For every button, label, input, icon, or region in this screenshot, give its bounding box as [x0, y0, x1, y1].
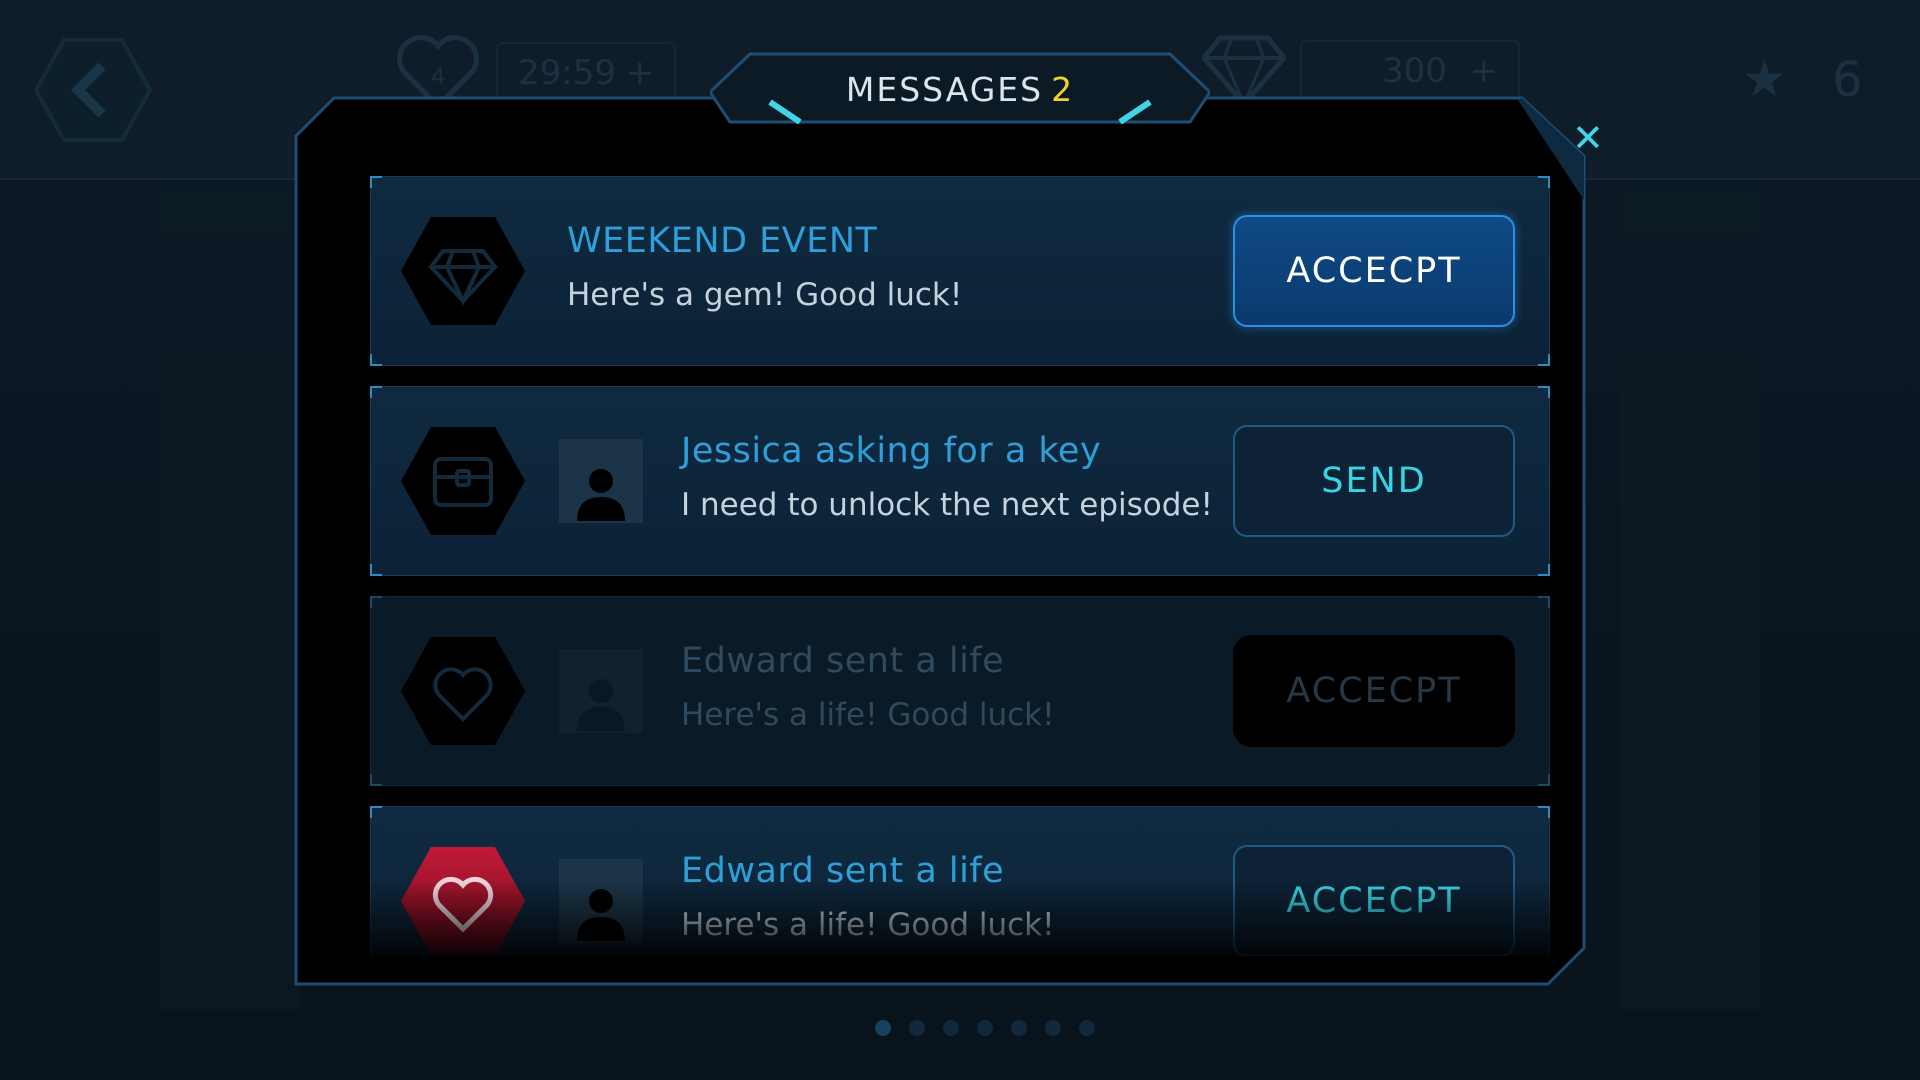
message-item: WEEKEND EVENT Here's a gem! Good luck! A… — [370, 176, 1550, 366]
message-body: Here's a gem! Good luck! — [567, 277, 963, 313]
message-list[interactable]: WEEKEND EVENT Here's a gem! Good luck! A… — [370, 176, 1550, 956]
accept-button[interactable]: ACCECPT — [1233, 845, 1515, 956]
page-indicator — [875, 1020, 1095, 1036]
close-button[interactable]: ✕ — [1548, 102, 1628, 182]
heart-icon — [401, 637, 525, 745]
close-icon: ✕ — [1572, 116, 1604, 160]
message-body: Here's a life! Good luck! — [681, 907, 1055, 943]
accept-button-disabled: ACCECPT — [1233, 635, 1515, 747]
modal-title: MESSAGES 2 — [710, 70, 1210, 109]
send-button[interactable]: SEND — [1233, 425, 1515, 537]
message-title: WEEKEND EVENT — [567, 221, 878, 261]
lives-timer-box: 29:59 + — [496, 42, 676, 104]
lives-count: 4 — [431, 63, 444, 90]
avatar — [559, 649, 643, 733]
unread-count-badge: 2 — [1051, 70, 1075, 109]
add-gems-button[interactable]: + — [1470, 51, 1499, 91]
user-icon — [577, 469, 625, 521]
message-item: Jessica asking for a key I need to unloc… — [370, 386, 1550, 576]
page-dot — [1079, 1020, 1095, 1036]
chest-icon — [401, 427, 525, 535]
avatar — [559, 439, 643, 523]
modal-title-text: MESSAGES — [845, 70, 1044, 109]
avatar — [559, 859, 643, 943]
accept-button[interactable]: ACCECPT — [1233, 215, 1515, 327]
message-body: Here's a life! Good luck! — [681, 697, 1055, 733]
star-icon: ★ — [1742, 50, 1787, 108]
user-icon — [577, 889, 625, 941]
message-item: Edward sent a life Here's a life! Good l… — [370, 806, 1550, 956]
page-dot — [943, 1020, 959, 1036]
gems-box: 300 + — [1300, 40, 1520, 102]
add-lives-button[interactable]: + — [626, 53, 655, 93]
stars-count: 6 — [1832, 52, 1863, 108]
message-body: I need to unlock the next episode! — [681, 487, 1213, 523]
message-title: Jessica asking for a key — [681, 431, 1102, 471]
lives-timer: 29:59 — [518, 53, 616, 93]
heart-red-icon — [401, 847, 525, 955]
gems-count: 300 — [1382, 51, 1447, 91]
page-dot — [977, 1020, 993, 1036]
page-dot — [909, 1020, 925, 1036]
gem-icon — [401, 217, 525, 325]
message-title: Edward sent a life — [681, 851, 1005, 891]
message-item: Edward sent a life Here's a life! Good l… — [370, 596, 1550, 786]
page-dot — [1011, 1020, 1027, 1036]
back-icon[interactable] — [34, 38, 152, 142]
bg-panel-right — [1620, 190, 1760, 1010]
bg-panel-left — [160, 190, 300, 1010]
user-icon — [577, 679, 625, 731]
message-title: Edward sent a life — [681, 641, 1005, 681]
page-dot — [1045, 1020, 1061, 1036]
page-dot — [875, 1020, 891, 1036]
